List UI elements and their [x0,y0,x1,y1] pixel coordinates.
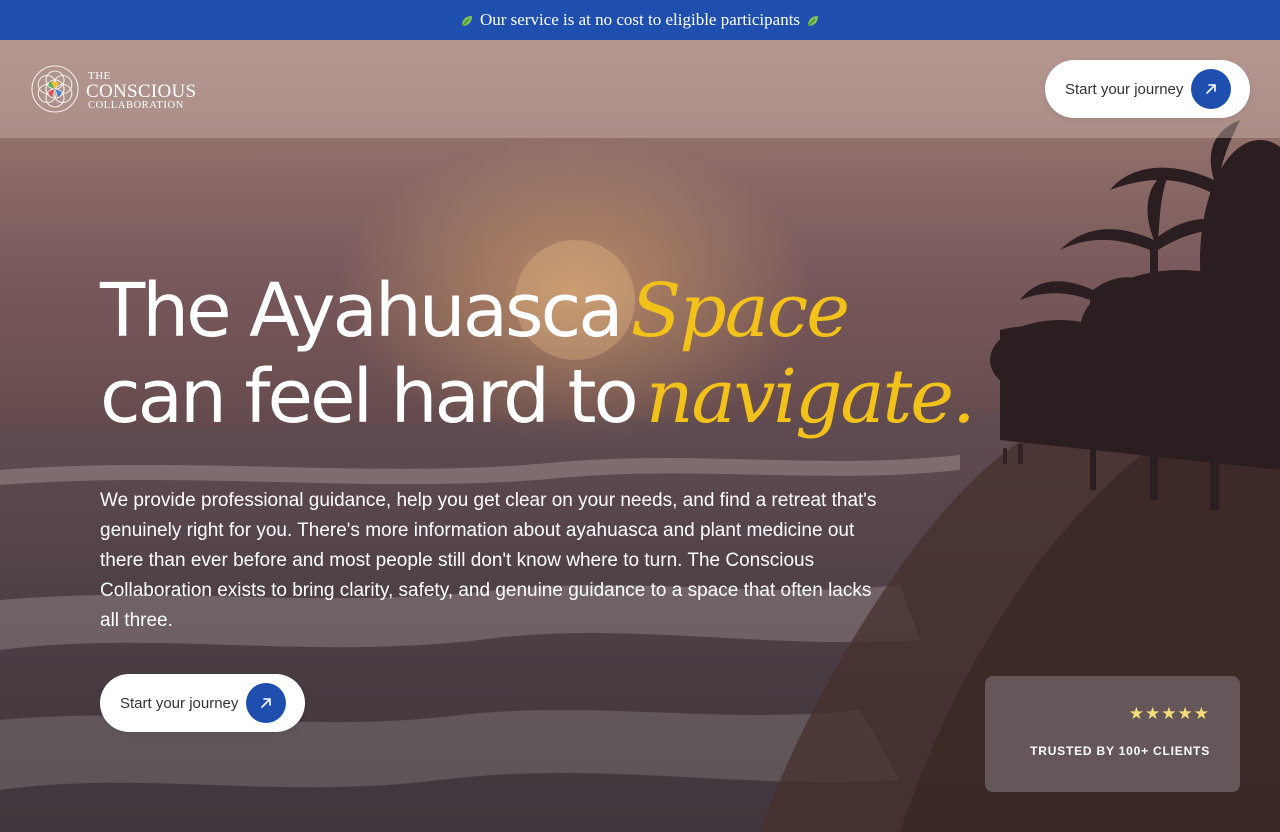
star-rating-icon: ★★★★★ [1128,704,1210,723]
cta-label: Start your journey [1065,80,1184,98]
headline-accent-text: Space [630,268,850,354]
headline-accent-text: navigate. [645,354,976,440]
hero-headline: The Ayahuasca Space can feel hard to navig… [100,268,976,440]
logo-conscious: CONSCIOUS [86,81,197,103]
site-logo[interactable]: THE CONSCIOUS COLLABORATION [30,64,196,119]
arrow-up-right-icon [246,683,287,723]
leaf-icon [806,13,820,27]
logo-wordmark: THE CONSCIOUS COLLABORATION [86,71,196,112]
announcement-banner: Our service is at no cost to eligible pa… [0,0,1280,40]
flower-of-life-logo-icon [30,64,80,119]
logo-collaboration: COLLABORATION [88,100,184,112]
headline-line-2: can feel hard to navigate. [100,354,976,440]
header-start-journey-button[interactable]: Start your journey [1045,60,1250,118]
hero-start-journey-button[interactable]: Start your journey [100,674,305,732]
cta-label: Start your journey [120,694,239,712]
trust-label: TRUSTED BY 100+ CLIENTS [1030,744,1210,758]
arrow-up-right-icon [1191,69,1232,109]
banner-text: Our service is at no cost to eligible pa… [479,10,801,29]
hero-body-text: We provide professional guidance, help y… [100,490,877,631]
trust-badge-card: ★★★★★ TRUSTED BY 100+ CLIENTS [985,676,1240,792]
headline-plain-text: The Ayahuasca [100,268,624,354]
headline-line-1: The Ayahuasca Space [100,268,974,354]
headline-plain-text: can feel hard to [100,354,639,440]
leaf-icon [460,13,474,27]
